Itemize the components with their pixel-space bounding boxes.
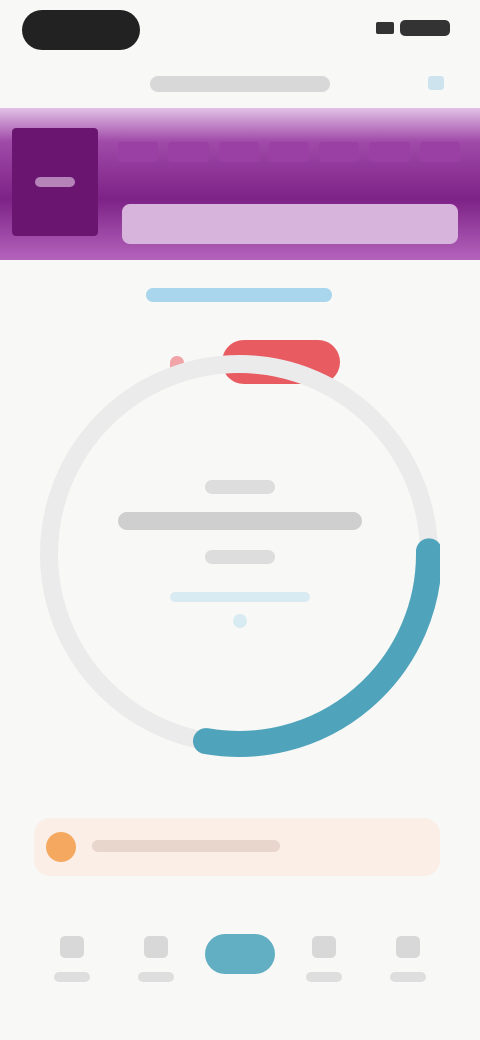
profile-icon <box>396 936 420 958</box>
status-indicators <box>376 20 450 36</box>
notice-card[interactable] <box>34 818 440 876</box>
timer-value <box>118 512 362 530</box>
timer-subtext <box>170 592 310 602</box>
timer-unit <box>205 550 275 564</box>
address-bar[interactable] <box>150 76 330 92</box>
chart-icon <box>312 936 336 958</box>
promo-banner[interactable] <box>0 108 480 260</box>
nav-item-home[interactable] <box>40 918 104 982</box>
nav-item-calendar[interactable] <box>124 918 188 982</box>
nav-item-timer[interactable] <box>205 918 275 974</box>
timer-icon <box>205 934 275 974</box>
battery-icon <box>400 20 450 36</box>
nav-label <box>306 972 342 982</box>
banner-headline <box>118 142 460 162</box>
calendar-icon <box>144 936 168 958</box>
timer-center <box>0 470 480 628</box>
nav-item-profile[interactable] <box>376 918 440 982</box>
timer-label <box>205 480 275 494</box>
signal-icon <box>376 22 394 34</box>
nav-label <box>390 972 426 982</box>
banner-cta-button[interactable] <box>122 204 458 244</box>
nav-label <box>54 972 90 982</box>
status-bar <box>0 0 480 60</box>
home-icon <box>60 936 84 958</box>
share-icon[interactable] <box>428 76 444 90</box>
info-icon[interactable] <box>233 614 247 628</box>
notice-text <box>92 840 280 852</box>
nav-label <box>138 972 174 982</box>
header-link[interactable] <box>146 288 332 302</box>
nav-item-chart[interactable] <box>292 918 356 982</box>
dynamic-island <box>22 10 140 50</box>
banner-logo <box>12 128 98 236</box>
alert-circle-icon <box>46 832 76 862</box>
bottom-nav <box>0 918 480 1008</box>
